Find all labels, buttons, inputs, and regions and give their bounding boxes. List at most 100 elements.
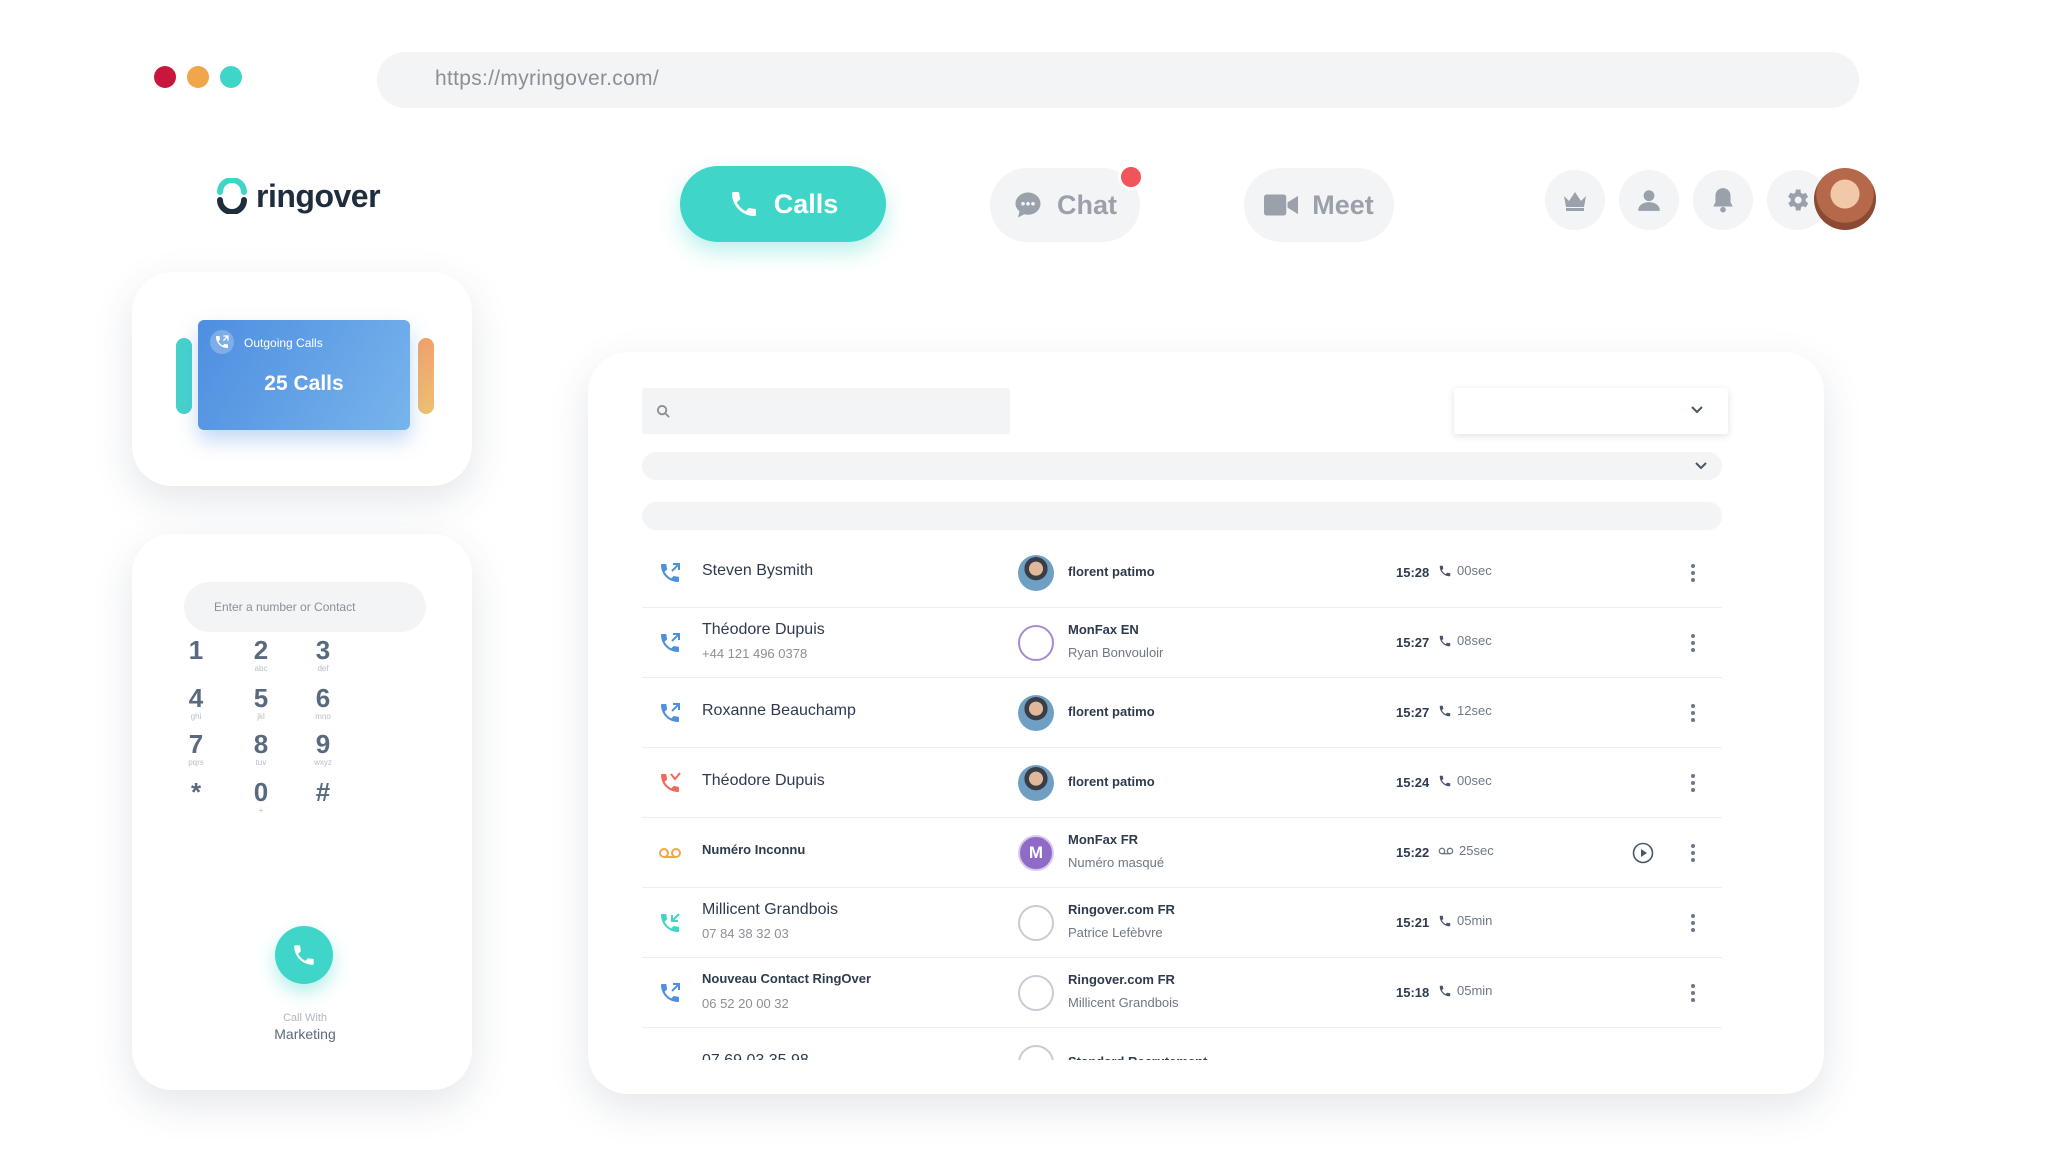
call-log-card: Steven Bysmith florent patimo 15:28 00sec Th… <box>588 352 1824 1094</box>
user-avatar[interactable] <box>1814 168 1876 230</box>
tab-calls[interactable]: Calls <box>680 166 886 242</box>
dialer-key-digit: 2 <box>253 635 269 665</box>
dialer-placeholder: Enter a number or Contact <box>214 600 356 614</box>
contact-name[interactable]: Steven Bysmith <box>702 562 813 580</box>
premium-button[interactable] <box>1545 170 1605 230</box>
contact-name[interactable]: Numéro Inconnu <box>702 842 805 857</box>
call-row[interactable]: Millicent Grandbois 07 84 38 32 03 Ringove… <box>642 888 1722 958</box>
voicemail-icon <box>659 848 681 858</box>
ringover-logo[interactable]: ringover <box>214 174 381 218</box>
chat-bubble-icon <box>1015 192 1041 218</box>
line-avatar: M <box>1018 835 1054 871</box>
call-duration-value: 08sec <box>1457 633 1492 648</box>
dialer-key[interactable]: 6 mno <box>293 684 353 721</box>
phone-icon <box>1439 635 1451 646</box>
window-close-dot[interactable] <box>154 66 176 88</box>
contact-name[interactable]: 07 69 03 35 98 <box>702 1052 809 1060</box>
contacts-button[interactable] <box>1619 170 1679 230</box>
dialer-input[interactable]: Enter a number or Contact <box>184 582 426 632</box>
dialer-key-digit: 8 <box>253 729 269 759</box>
more-options-icon[interactable] <box>1688 980 1698 1006</box>
more-options-icon[interactable] <box>1688 560 1698 586</box>
more-options-icon[interactable] <box>1688 700 1698 726</box>
dialer-key[interactable]: 9 wxyz <box>293 730 353 767</box>
dialer-key[interactable]: 0 + <box>231 778 291 815</box>
contact-name[interactable]: Théodore Dupuis <box>702 772 825 790</box>
dialer-key[interactable]: # <box>293 778 353 806</box>
dialer-key[interactable]: 5 jkl <box>231 684 291 721</box>
call-duration-value: 05min <box>1457 913 1493 928</box>
contact-number: 06 52 20 00 32 <box>702 996 789 1011</box>
line-name: MonFax EN <box>1068 622 1139 637</box>
phone-icon <box>1439 705 1451 716</box>
dialer-card: Enter a number or Contact 1 2 abc 3 def 4 ghi 5… <box>132 534 472 1090</box>
line-name: Ringover.com FR <box>1068 972 1175 987</box>
dialer-key[interactable]: 1 <box>166 636 226 664</box>
call-row[interactable]: 07 69 03 35 98 Standard Recrutement <box>642 1028 1722 1060</box>
line-avatar <box>1018 1045 1054 1060</box>
call-duration-value: 05min <box>1457 983 1493 998</box>
call-row[interactable]: Théodore Dupuis florent patimo 15:24 00sec <box>642 748 1722 818</box>
call-row[interactable]: Steven Bysmith florent patimo 15:28 00sec <box>642 538 1722 608</box>
tab-meet-label: Meet <box>1312 189 1374 220</box>
call-time: 15:27 <box>1396 635 1430 650</box>
phone-icon <box>1439 565 1451 576</box>
contact-name[interactable]: Théodore Dupuis <box>702 621 825 639</box>
call-time: 15:27 <box>1396 705 1430 720</box>
line-owner: Millicent Grandbois <box>1068 995 1179 1010</box>
dialer-key[interactable]: 4 ghi <box>166 684 226 721</box>
contact-name[interactable]: Millicent Grandbois <box>702 901 838 919</box>
line-name: Ringover.com FR <box>1068 902 1175 917</box>
play-recording-icon[interactable] <box>1632 842 1654 864</box>
dialer-key[interactable]: 7 pqrs <box>166 730 226 767</box>
window-maximize-dot[interactable] <box>220 66 242 88</box>
carousel-next-indicator[interactable] <box>418 338 434 414</box>
user-icon <box>1638 190 1660 211</box>
tab-meet[interactable]: Meet <box>1244 168 1394 242</box>
call-duration: 08sec <box>1438 633 1492 648</box>
dialer-key-letters: mno <box>315 712 331 721</box>
more-options-icon[interactable] <box>1688 840 1698 866</box>
filter-dropdown[interactable] <box>1454 388 1728 434</box>
line-avatar <box>1018 625 1054 661</box>
call-row[interactable]: Numéro Inconnu M MonFax FR Numéro masqué 15:… <box>642 818 1722 888</box>
call-direction-icon <box>658 1051 682 1060</box>
address-bar[interactable]: https://myringover.com/ <box>377 52 1859 108</box>
call-row[interactable]: Théodore Dupuis +44 121 496 0378 MonFax EN… <box>642 608 1722 678</box>
call-row[interactable]: Nouveau Contact RingOver 06 52 20 00 32 Ri… <box>642 958 1722 1028</box>
dialer-key-digit: # <box>315 777 331 807</box>
dialer-key[interactable]: 8 tuv <box>231 730 291 767</box>
phone-icon <box>294 945 314 965</box>
table-header-bar <box>642 502 1722 530</box>
call-duration-value: 00sec <box>1457 773 1492 788</box>
call-list: Steven Bysmith florent patimo 15:28 00sec Th… <box>642 538 1722 1060</box>
call-button[interactable] <box>275 926 333 984</box>
more-options-icon[interactable] <box>1688 770 1698 796</box>
carousel-prev-indicator[interactable] <box>176 338 192 414</box>
window-minimize-dot[interactable] <box>187 66 209 88</box>
line-owner: Numéro masqué <box>1068 855 1165 870</box>
dialer-key[interactable]: 3 def <box>293 636 353 673</box>
filter-bar[interactable] <box>642 452 1722 480</box>
notifications-button[interactable] <box>1693 170 1753 230</box>
contact-name[interactable]: Nouveau Contact RingOver <box>702 971 871 986</box>
search-input[interactable] <box>642 388 1010 434</box>
more-options-icon[interactable] <box>1688 910 1698 936</box>
dialer-key[interactable]: * <box>166 778 226 806</box>
call-with-team[interactable]: Marketing <box>132 1026 478 1042</box>
outgoing-call-icon <box>661 983 680 1002</box>
more-options-icon[interactable] <box>1688 630 1698 656</box>
outgoing-calls-stat[interactable]: Outgoing Calls 25 Calls <box>198 320 410 430</box>
outgoing-calls-card: Outgoing Calls 25 Calls <box>132 272 472 486</box>
dialer-key-letters: abc <box>254 664 268 673</box>
outgoing-call-icon <box>210 330 234 354</box>
contact-name[interactable]: Roxanne Beauchamp <box>702 702 856 720</box>
call-with-label: Call With <box>282 1012 327 1024</box>
call-duration: 05min <box>1438 983 1492 998</box>
tab-calls-label: Calls <box>773 188 839 219</box>
line-name: florent patimo <box>1068 704 1155 719</box>
phone-icon <box>1439 985 1451 996</box>
call-time: 15:28 <box>1396 565 1430 580</box>
call-row[interactable]: Roxanne Beauchamp florent patimo 15:27 12se… <box>642 678 1722 748</box>
dialer-key[interactable]: 2 abc <box>231 636 291 673</box>
